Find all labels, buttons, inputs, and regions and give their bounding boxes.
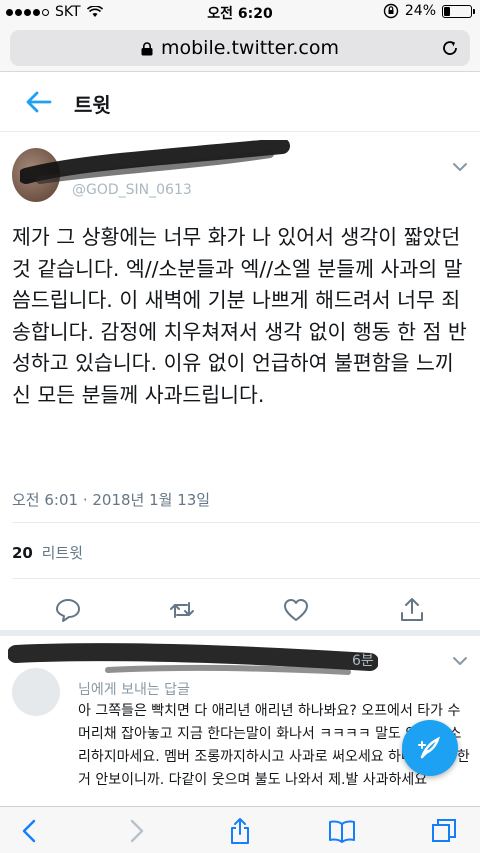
status-right: 24% xyxy=(383,3,475,19)
compose-tweet-button[interactable] xyxy=(402,720,458,776)
retweet-label: 리트윗 xyxy=(41,544,84,562)
redaction-scribble xyxy=(8,643,378,675)
battery-icon xyxy=(442,4,475,18)
tabs-icon[interactable] xyxy=(430,817,458,845)
retweet-stats[interactable]: 20 리트윗 xyxy=(12,542,83,563)
address-bar[interactable]: mobile.twitter.com xyxy=(10,30,470,66)
browser-url-area: mobile.twitter.com xyxy=(0,24,480,72)
reply-icon[interactable] xyxy=(54,596,82,624)
tweet-actions xyxy=(0,590,480,630)
lock-icon xyxy=(141,42,153,56)
reload-icon[interactable] xyxy=(440,38,460,58)
chevron-down-icon[interactable] xyxy=(452,656,468,666)
retweet-icon[interactable] xyxy=(168,596,196,624)
reply-context: 님에게 보내는 답글 xyxy=(78,682,190,698)
browser-toolbar xyxy=(0,806,480,853)
forward-icon[interactable] xyxy=(122,817,150,845)
status-bar: SKT 오전 6:20 24% xyxy=(0,0,480,24)
retweet-count: 20 xyxy=(12,544,33,562)
redaction-scribble xyxy=(20,140,290,184)
reply-time: 6분 xyxy=(352,653,374,669)
url-text: mobile.twitter.com xyxy=(160,37,340,59)
compose-feather-icon xyxy=(418,736,441,759)
author-handle[interactable]: @GOD_SIN_0613 xyxy=(72,182,192,198)
share-sheet-icon[interactable] xyxy=(226,817,254,845)
share-icon[interactable] xyxy=(398,596,426,624)
chevron-down-icon[interactable] xyxy=(452,162,468,172)
battery-percent: 24% xyxy=(404,3,436,19)
tweet-timestamp: 오전 6:01 · 2018년 1월 13일 xyxy=(12,491,211,509)
back-arrow-icon[interactable] xyxy=(24,90,52,114)
like-icon[interactable] xyxy=(282,596,310,624)
page-title: 트윗 xyxy=(74,93,111,117)
bookmarks-icon[interactable] xyxy=(328,817,356,845)
divider xyxy=(12,522,480,523)
orientation-lock-icon xyxy=(383,3,399,19)
tweet-header: 트윗 xyxy=(0,72,480,132)
divider xyxy=(12,578,480,579)
back-icon[interactable] xyxy=(16,817,44,845)
tweet-text: 제가 그 상황에는 너무 화가 나 있어서 생각이 짧았던 것 같습니다. 엑/… xyxy=(12,225,467,407)
